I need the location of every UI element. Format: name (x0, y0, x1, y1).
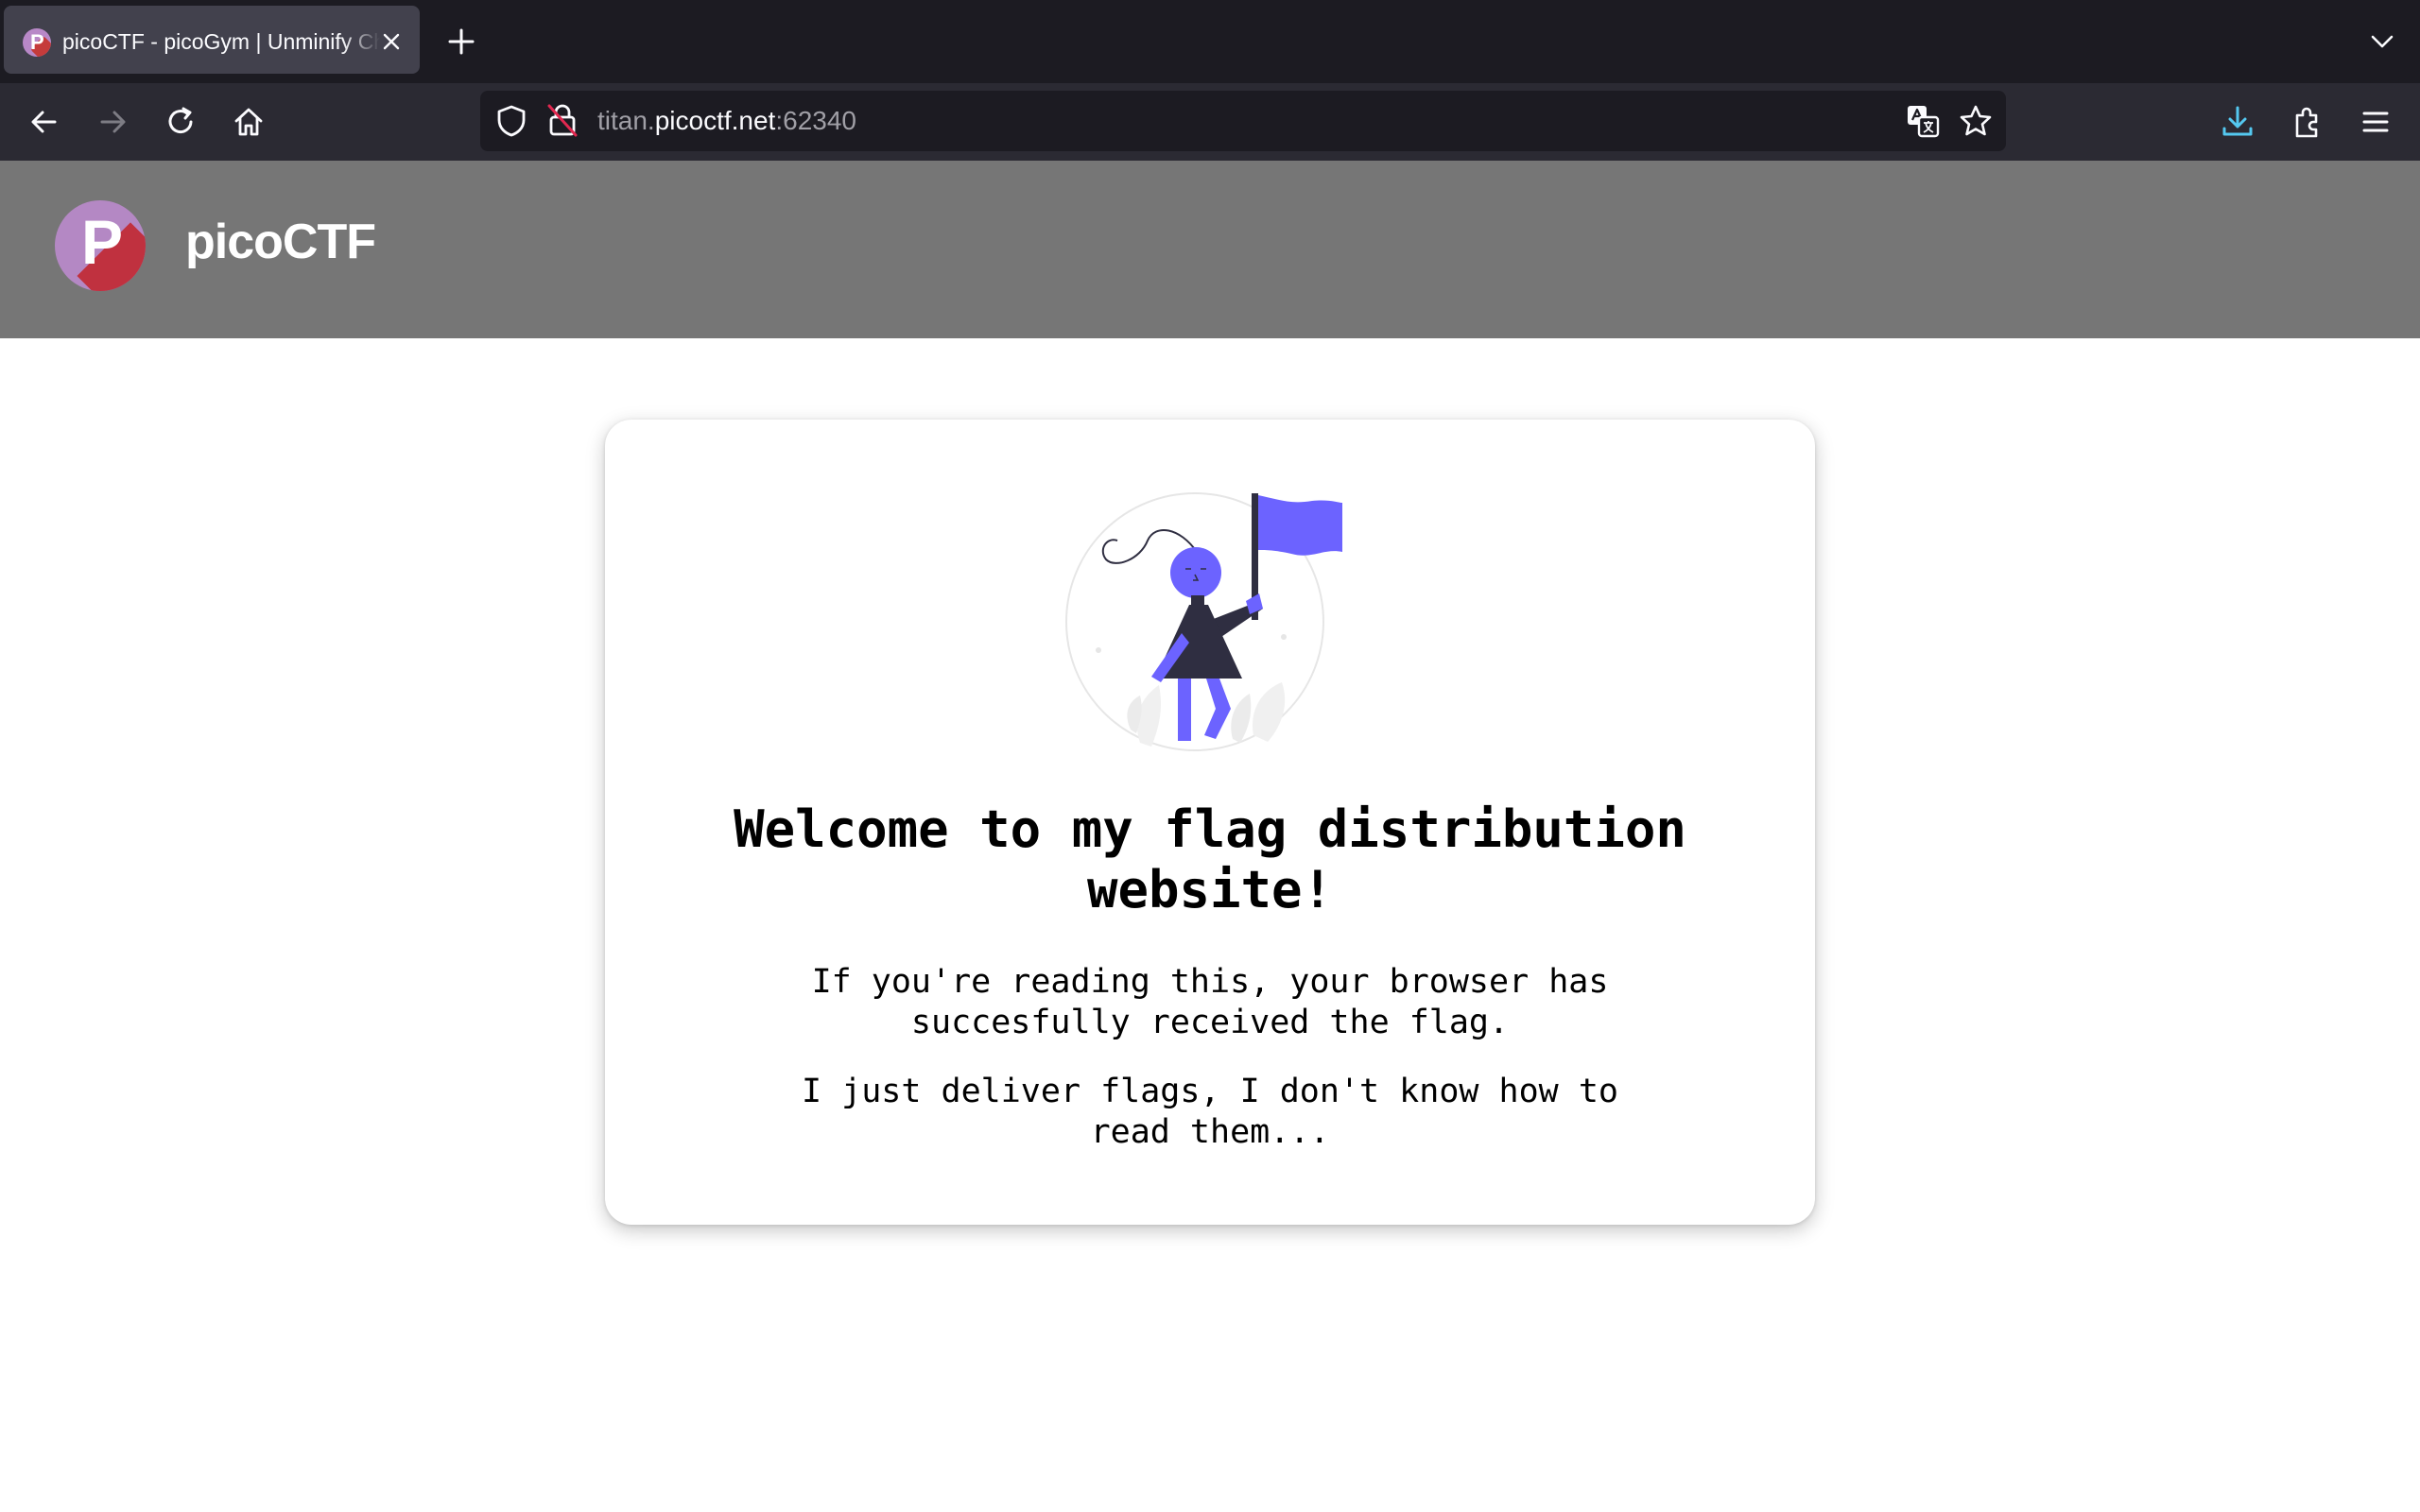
home-icon[interactable] (231, 104, 267, 140)
downloads-icon[interactable] (2220, 104, 2256, 140)
tab-strip: P picoCTF - picoGym | Unminify Challenge (0, 0, 2420, 83)
url-bar[interactable]: titan.picoctf.net:62340 (480, 91, 2006, 151)
active-tab[interactable]: P picoCTF - picoGym | Unminify Challenge (4, 6, 420, 74)
menu-hamburger-icon[interactable] (2358, 104, 2394, 140)
translate-icon[interactable] (1906, 104, 1940, 138)
url-text[interactable]: titan.picoctf.net:62340 (597, 104, 856, 138)
bookmark-star-icon[interactable] (1959, 104, 1993, 138)
list-all-tabs-chevron-down-icon[interactable] (2367, 26, 2397, 57)
reload-icon[interactable] (163, 104, 199, 140)
new-tab-plus-icon[interactable] (446, 26, 476, 57)
site-header: P picoCTF (0, 161, 2420, 338)
tracking-protection-shield-icon[interactable] (495, 104, 527, 138)
back-arrow-icon[interactable] (26, 104, 62, 140)
close-tab-icon[interactable] (380, 30, 403, 53)
navigation-toolbar: titan.picoctf.net:62340 (0, 83, 2420, 161)
tab-title: picoCTF - picoGym | Unminify Challenge (62, 26, 380, 57)
picoctf-logo[interactable]: P (55, 200, 146, 291)
welcome-heading: Welcome to my flag distribution website! (734, 799, 1686, 919)
forward-arrow-icon[interactable] (95, 104, 130, 140)
welcome-card: Welcome to my flag distribution website!… (605, 420, 1815, 1225)
person-holding-flag-illustration (1065, 492, 1342, 751)
deliver-flags-text: I just deliver flags, I don't know how t… (802, 1073, 1618, 1151)
site-brand-name[interactable]: picoCTF (185, 214, 376, 270)
extensions-puzzle-icon[interactable] (2290, 104, 2325, 140)
insecure-lock-icon[interactable] (546, 102, 579, 138)
picoctf-favicon-icon: P (23, 28, 51, 57)
flag-received-text: If you're reading this, your browser has… (811, 963, 1609, 1041)
